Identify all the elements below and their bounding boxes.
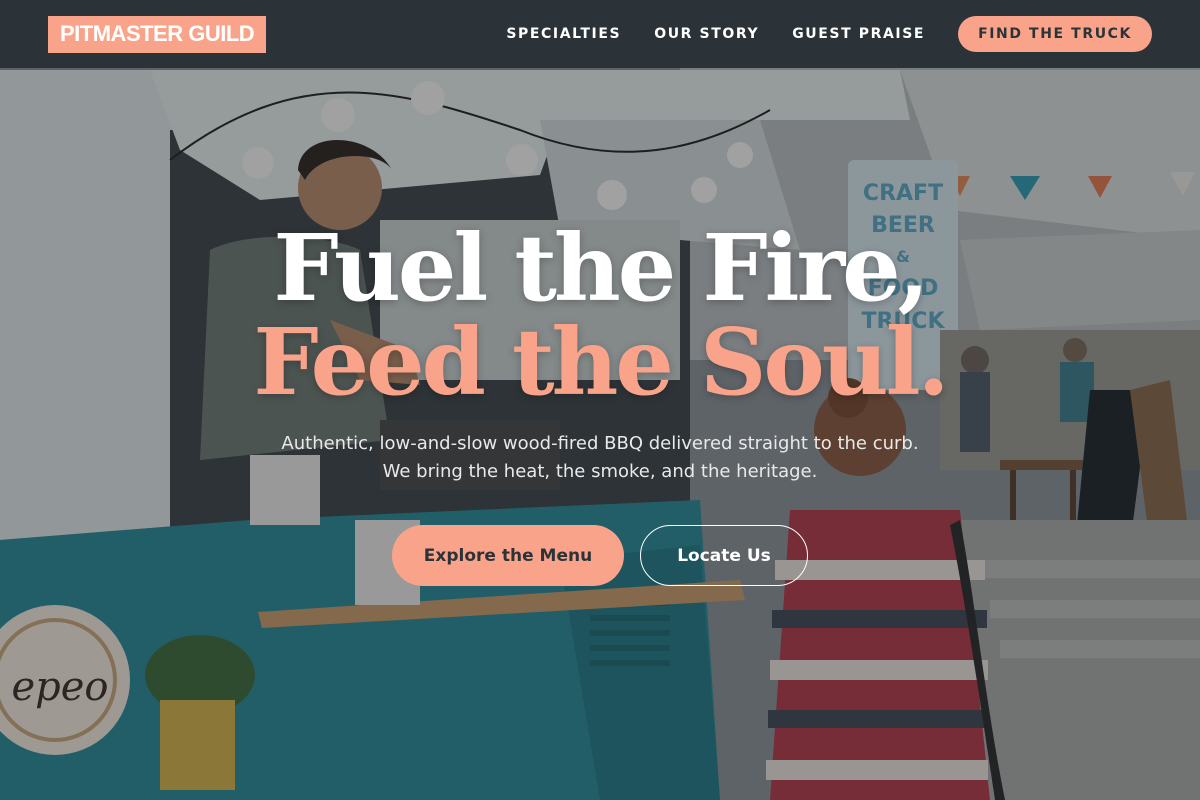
top-navbar: PITMASTER GUILD SPECIALTIES OUR STORY GU…: [0, 0, 1200, 68]
explore-menu-button[interactable]: Explore the Menu: [392, 525, 624, 586]
hero-subtext-line1: Authentic, low-and-slow wood-fired BBQ d…: [281, 433, 919, 454]
hero-subtext-line2: We bring the heat, the smoke, and the he…: [382, 461, 818, 482]
hero-section: Fuel the Fire, Feed the Soul. Authentic,…: [0, 0, 1200, 800]
locate-us-button[interactable]: Locate Us: [640, 525, 808, 586]
nav-link-guest-praise[interactable]: GUEST PRAISE: [792, 26, 925, 42]
nav-link-our-story[interactable]: OUR STORY: [654, 26, 759, 42]
nav-links: SPECIALTIES OUR STORY GUEST PRAISE FIND …: [473, 16, 1152, 52]
brand-logo[interactable]: PITMASTER GUILD: [48, 15, 267, 53]
hero-headline-line2: Feed the Soul.: [253, 308, 949, 416]
find-the-truck-button[interactable]: FIND THE TRUCK: [958, 16, 1152, 52]
nav-link-specialties[interactable]: SPECIALTIES: [506, 26, 621, 42]
hero-headline-line1: Fuel the Fire,: [273, 214, 929, 322]
